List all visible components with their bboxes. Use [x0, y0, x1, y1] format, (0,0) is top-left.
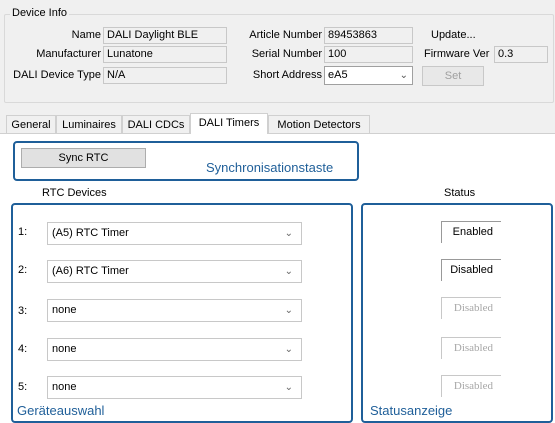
tab-dali-cdcs[interactable]: DALI CDCs: [122, 115, 190, 133]
serial-number-field: 100: [324, 46, 413, 63]
device-select-annotation-label: Geräteauswahl: [17, 403, 105, 418]
chevron-down-icon: ⌄: [284, 344, 293, 355]
row-number: 1:: [18, 226, 28, 238]
rtc-device-select[interactable]: none ⌄: [47, 338, 302, 361]
row-number: 3:: [18, 305, 28, 317]
tab-general[interactable]: General: [6, 115, 56, 133]
status-field: Disabled: [441, 297, 501, 319]
status-annotation-label: Statusanzeige: [370, 403, 453, 418]
rtc-device-select[interactable]: (A5) RTC Timer ⌄: [47, 222, 302, 245]
rtc-device-value: (A6) RTC Timer: [52, 265, 129, 277]
short-address-label: Short Address: [252, 69, 322, 81]
status-field: Disabled: [441, 337, 501, 359]
status-field: Enabled: [441, 221, 501, 243]
tab-motion-detectors[interactable]: Motion Detectors: [268, 115, 370, 133]
rtc-devices-header: RTC Devices: [42, 187, 107, 199]
short-address-value: eA5: [328, 69, 348, 81]
chevron-down-icon: ⌄: [399, 70, 408, 81]
update-link[interactable]: Update...: [431, 29, 476, 41]
firmware-version-field: 0.3: [494, 46, 548, 63]
manufacturer-field: Lunatone: [103, 46, 227, 63]
status-header: Status: [444, 187, 476, 199]
chevron-down-icon: ⌄: [284, 305, 293, 316]
rtc-device-value: none: [52, 381, 77, 393]
sync-annotation-label: Synchronisationstaste: [206, 160, 334, 175]
device-info-legend: Device Info: [10, 7, 70, 19]
article-number-field: 89453863: [324, 27, 413, 44]
rtc-device-select[interactable]: none ⌄: [47, 376, 302, 399]
chevron-down-icon: ⌄: [284, 228, 293, 239]
row-number: 2:: [18, 264, 28, 276]
name-label: Name: [71, 29, 101, 41]
firmware-version-label: Firmware Ver: [424, 48, 490, 60]
tab-bar: General Luminaires DALI CDCs DALI Timers…: [0, 113, 555, 134]
dali-device-type-label: DALI Device Type: [13, 69, 101, 81]
rtc-device-select[interactable]: (A6) RTC Timer ⌄: [47, 260, 302, 283]
manufacturer-label: Manufacturer: [36, 48, 101, 60]
short-address-combo[interactable]: eA5 ⌄: [324, 66, 413, 85]
article-number-label: Article Number: [249, 29, 322, 41]
status-field: Disabled: [441, 375, 501, 397]
device-info-area: Device Info Name DALI Daylight BLE Manuf…: [0, 0, 555, 113]
row-number: 5:: [18, 381, 28, 393]
chevron-down-icon: ⌄: [284, 266, 293, 277]
dali-device-type-field: N/A: [103, 67, 227, 84]
chevron-down-icon: ⌄: [284, 382, 293, 393]
rtc-device-value: none: [52, 343, 77, 355]
rtc-device-value: (A5) RTC Timer: [52, 227, 129, 239]
row-number: 4:: [18, 343, 28, 355]
rtc-device-value: none: [52, 304, 77, 316]
status-field: Disabled: [441, 259, 501, 281]
name-field: DALI Daylight BLE: [103, 27, 227, 44]
tab-dali-timers[interactable]: DALI Timers: [190, 113, 268, 134]
serial-number-label: Serial Number: [251, 48, 322, 60]
set-button[interactable]: Set: [422, 66, 484, 86]
tab-luminaires[interactable]: Luminaires: [56, 115, 122, 133]
rtc-device-select[interactable]: none ⌄: [47, 299, 302, 322]
sync-rtc-button[interactable]: Sync RTC: [21, 148, 146, 168]
